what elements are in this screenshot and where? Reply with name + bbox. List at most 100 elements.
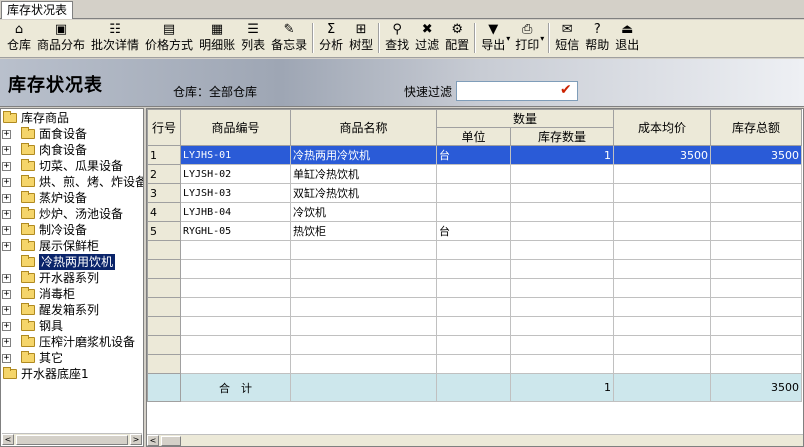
total-cell[interactable] [710, 278, 802, 298]
cost-cell[interactable] [613, 278, 711, 298]
help-button[interactable]: ? 帮助 [582, 20, 612, 56]
unit-cell[interactable] [436, 316, 511, 336]
total-cell[interactable] [710, 164, 802, 184]
unit-cell[interactable] [436, 335, 511, 355]
tree-item[interactable]: + 切菜、瓜果设备 [1, 158, 143, 174]
tree-item[interactable]: + 肉食设备 [1, 142, 143, 158]
table-row[interactable] [147, 259, 802, 279]
col-avg-cost[interactable]: 成本均价 [613, 109, 711, 146]
total-cell[interactable] [710, 316, 802, 336]
col-total[interactable]: 库存总额 [710, 109, 802, 146]
tree-item[interactable]: + 面食设备 [1, 126, 143, 142]
unit-cell[interactable] [436, 202, 511, 222]
grid-horizontal-scrollbar[interactable]: < [147, 434, 803, 446]
memo-button[interactable]: ✎ 备忘录 [268, 20, 310, 56]
check-icon[interactable]: ✔ [560, 82, 572, 98]
qty-cell[interactable] [510, 183, 614, 203]
code-cell[interactable]: RYGHL-05 [180, 221, 291, 241]
code-cell[interactable] [180, 335, 291, 355]
expand-icon[interactable]: + [2, 162, 11, 171]
tree-view-button[interactable]: ⊞ 树型 [346, 20, 376, 56]
cost-cell[interactable] [613, 202, 711, 222]
qty-cell[interactable] [510, 221, 614, 241]
table-row[interactable]: 2 LYJSH-02 单缸冷热饮机 [147, 164, 802, 184]
unit-cell[interactable] [436, 240, 511, 260]
expand-icon[interactable]: + [2, 178, 11, 187]
sms-button[interactable]: ✉ 短信 [552, 20, 582, 56]
name-cell[interactable] [290, 316, 437, 336]
col-name[interactable]: 商品名称 [290, 109, 437, 146]
tree-item[interactable]: + 开水器系列 [1, 270, 143, 286]
table-row[interactable]: 3 LYJSH-03 双缸冷热饮机 [147, 183, 802, 203]
table-row[interactable] [147, 297, 802, 317]
tree-item[interactable]: + 制冷设备 [1, 222, 143, 238]
name-cell[interactable] [290, 335, 437, 355]
qty-cell[interactable] [510, 164, 614, 184]
cost-cell[interactable]: 3500 [613, 145, 711, 165]
expand-icon[interactable]: + [2, 274, 11, 283]
cost-cell[interactable] [613, 164, 711, 184]
row-number-cell[interactable]: 1 [147, 145, 181, 165]
code-cell[interactable]: LYJHB-04 [180, 202, 291, 222]
row-number-cell[interactable]: 2 [147, 164, 181, 184]
scroll-left-icon[interactable]: < [2, 434, 14, 445]
col-stock-qty[interactable]: 库存数量 [510, 127, 614, 146]
name-cell[interactable] [290, 278, 437, 298]
cost-cell[interactable] [613, 297, 711, 317]
row-number-cell[interactable]: 3 [147, 183, 181, 203]
cost-cell[interactable] [613, 221, 711, 241]
unit-cell[interactable]: 台 [436, 145, 511, 165]
scroll-right-icon[interactable]: > [130, 434, 142, 445]
expand-icon[interactable]: + [2, 130, 11, 139]
code-cell[interactable]: LYJHS-01 [180, 145, 291, 165]
name-cell[interactable]: 双缸冷热饮机 [290, 183, 437, 203]
cost-cell[interactable] [613, 240, 711, 260]
code-cell[interactable]: LYJSH-03 [180, 183, 291, 203]
expand-icon[interactable]: + [2, 210, 11, 219]
name-cell[interactable] [290, 240, 437, 260]
total-cell[interactable] [710, 202, 802, 222]
expand-icon[interactable]: + [2, 322, 11, 331]
tree-item[interactable]: + 炒炉、汤池设备 [1, 206, 143, 222]
expand-icon[interactable]: + [2, 194, 11, 203]
config-button[interactable]: ⚙ 配置 [442, 20, 472, 56]
table-row[interactable]: 1 LYJHS-01 冷热两用冷饮机台 1 3500 3500 [147, 145, 802, 165]
find-button[interactable]: ⚲ 查找 [382, 20, 412, 56]
expand-icon[interactable]: + [2, 354, 11, 363]
exit-button[interactable]: ⏏ 退出 [612, 20, 642, 56]
unit-cell[interactable] [436, 183, 511, 203]
dropdown-caret-icon[interactable]: ▾ [506, 34, 510, 43]
row-number-cell[interactable] [147, 259, 181, 279]
table-row[interactable]: 5 RYGHL-05 热饮柜台 [147, 221, 802, 241]
col-code[interactable]: 商品编号 [180, 109, 291, 146]
total-cell[interactable] [710, 240, 802, 260]
tree-item[interactable]: + 钢具 [1, 318, 143, 334]
tree-root-item[interactable]: 开水器底座1 [1, 366, 143, 382]
total-cell[interactable] [710, 221, 802, 241]
tree-item[interactable]: + 消毒柜 [1, 286, 143, 302]
total-cell[interactable] [710, 297, 802, 317]
row-number-cell[interactable] [147, 297, 181, 317]
row-number-cell[interactable] [147, 240, 181, 260]
code-cell[interactable] [180, 259, 291, 279]
total-cell[interactable] [710, 354, 802, 374]
tree-item[interactable]: + 压榨汁磨浆机设备 [1, 334, 143, 350]
table-row[interactable] [147, 335, 802, 355]
unit-cell[interactable] [436, 354, 511, 374]
warehouse-button[interactable]: ⌂ 仓库 [4, 20, 34, 56]
table-row[interactable] [147, 240, 802, 260]
tree-item[interactable]: + 其它 [1, 350, 143, 366]
row-number-cell[interactable]: 5 [147, 221, 181, 241]
expand-icon[interactable]: + [2, 226, 11, 235]
expand-icon[interactable]: + [2, 242, 11, 251]
qty-cell[interactable] [510, 202, 614, 222]
expand-icon[interactable]: + [2, 146, 11, 155]
row-number-cell[interactable] [147, 335, 181, 355]
scroll-left-icon[interactable]: < [147, 435, 159, 446]
product-distribution-button[interactable]: ▣ 商品分布 [34, 20, 88, 56]
tree-item[interactable]: + 蒸炉设备 [1, 190, 143, 206]
scroll-thumb[interactable] [16, 435, 128, 445]
table-row[interactable] [147, 354, 802, 374]
qty-cell[interactable] [510, 278, 614, 298]
tree-root-item[interactable]: 库存商品 [1, 110, 143, 126]
